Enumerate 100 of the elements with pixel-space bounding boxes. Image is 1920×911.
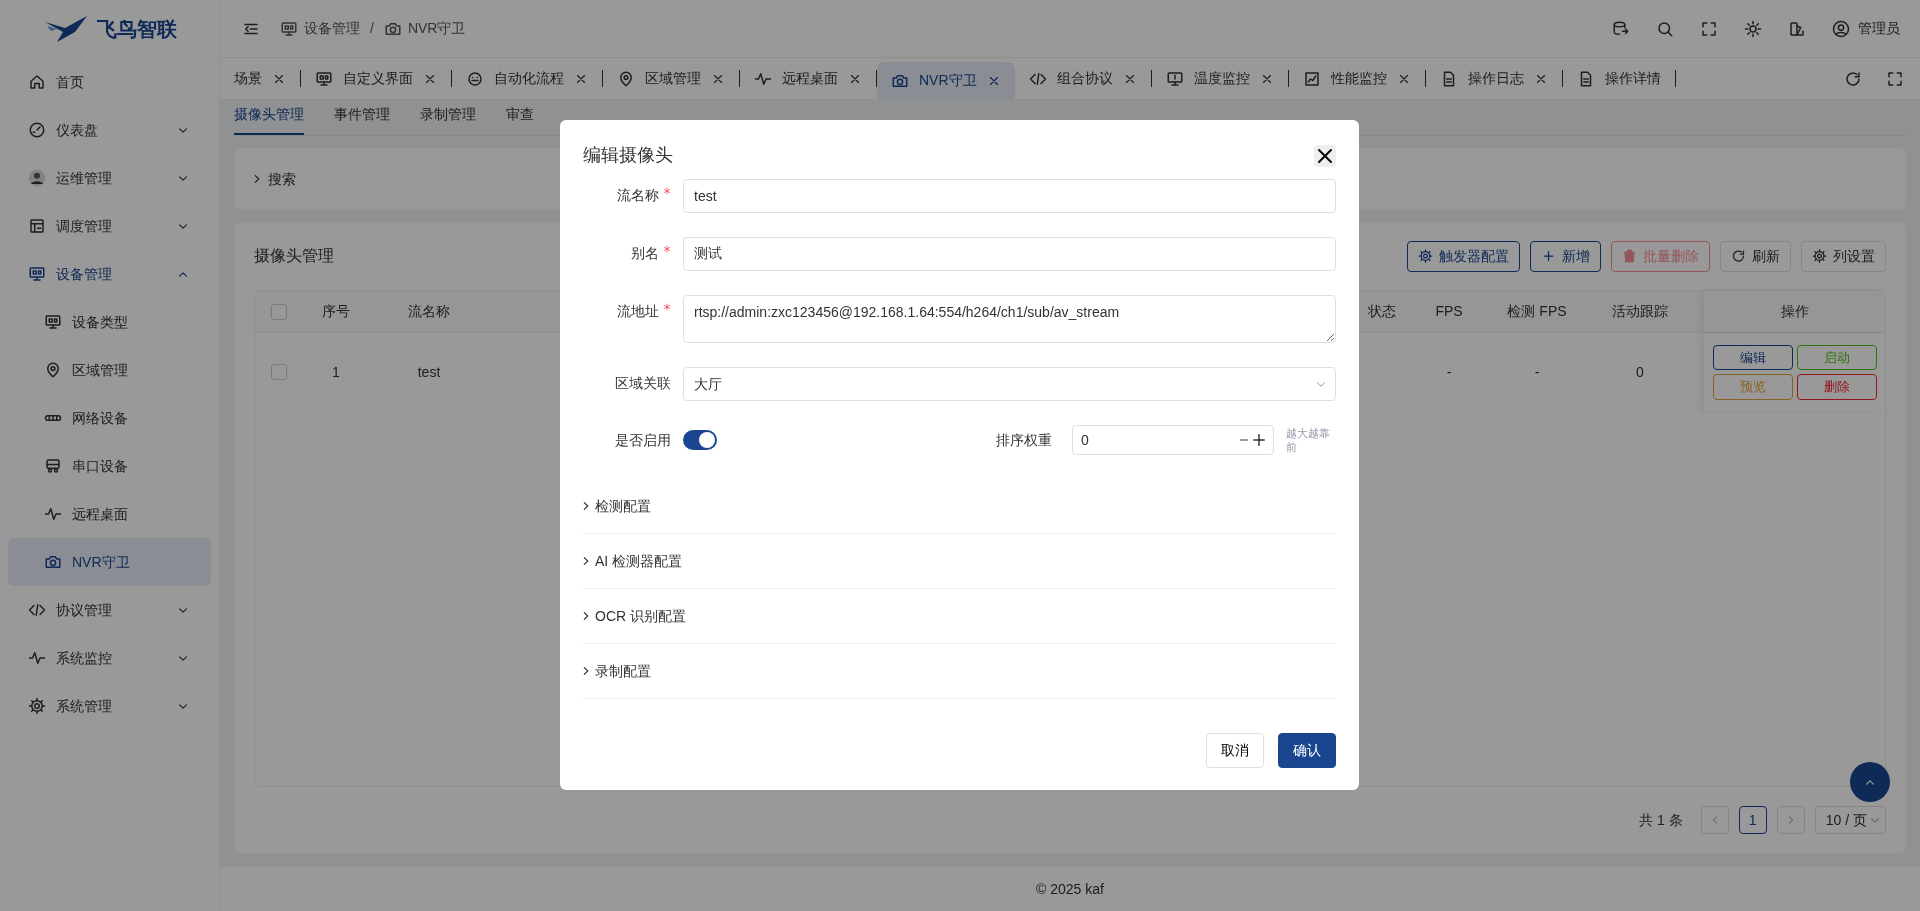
toolbar-button[interactable]: 刷新 [1720, 240, 1791, 272]
sidebar-item[interactable]: 首页 [8, 58, 211, 106]
field-label: 流地址 [617, 302, 659, 321]
tab[interactable]: NVR守卫 [877, 62, 1015, 99]
search-toggle[interactable]: 搜索 [268, 168, 296, 190]
toolbar-button[interactable]: 触发器配置 [1407, 240, 1520, 272]
sidebar-item[interactable]: 仪表盘 [8, 106, 211, 154]
breadcrumb-item[interactable]: 设备管理 [304, 18, 360, 39]
collapse-header[interactable]: OCR 识别配置 [583, 589, 1336, 644]
input-field[interactable]: test [683, 179, 1336, 213]
sidebar-item[interactable]: 运维管理 [8, 154, 211, 202]
search-icon[interactable] [1656, 19, 1674, 38]
sidebar-item[interactable]: 网络设备 [8, 394, 211, 442]
breadcrumb-item[interactable]: NVR守卫 [407, 18, 466, 39]
tab[interactable]: 性能监控 [1288, 70, 1426, 87]
page-tab[interactable]: 摄像头管理 [234, 104, 304, 135]
cancel-button[interactable]: 取消 [1206, 733, 1264, 768]
column-header: 序号 [322, 303, 350, 319]
collapse-header[interactable]: 检测配置 [583, 479, 1336, 534]
sidebar-item[interactable]: 区域管理 [8, 346, 211, 394]
collapse-header[interactable]: AI 检测器配置 [583, 534, 1336, 589]
pagination-total: 共 1 条 [1639, 810, 1683, 830]
palette-icon[interactable] [1788, 19, 1806, 38]
card-title: 摄像头管理 [254, 246, 334, 266]
sidebar-item[interactable]: 串口设备 [8, 442, 211, 490]
column-header: 操作 [1780, 302, 1809, 321]
refresh-icon [1731, 247, 1746, 265]
column-header: 检测 FPS [1507, 303, 1567, 319]
tab[interactable]: 区域管理 [603, 70, 740, 87]
tab[interactable]: 自定义界面 [301, 70, 452, 87]
input-field[interactable]: 测试 [683, 237, 1336, 271]
action-button[interactable]: 编辑 [1712, 344, 1793, 370]
settings-icon [1418, 247, 1433, 265]
sun-icon[interactable] [1744, 19, 1762, 38]
select-field[interactable]: 大厅 [683, 367, 1336, 401]
sidebar-item[interactable]: 协议管理 [8, 586, 211, 634]
monitor-icon [44, 313, 62, 331]
chevron-icon [179, 607, 187, 613]
sidebar-item[interactable]: 设备管理 [8, 250, 211, 298]
number-input[interactable]: 0 [1072, 425, 1274, 455]
database-icon[interactable] [1612, 19, 1630, 38]
chevron-icon [179, 271, 187, 277]
table-cell: - [1446, 363, 1452, 380]
chevron-icon[interactable] [254, 175, 260, 183]
action-button[interactable]: 删除 [1796, 374, 1877, 400]
sidebar-item[interactable]: 设备类型 [8, 298, 211, 346]
chevron-icon [179, 655, 187, 661]
fullscreen-icon[interactable] [1700, 19, 1718, 38]
sidebar-item[interactable]: 远程桌面 [8, 490, 211, 538]
tab[interactable]: 组合协议 [1014, 70, 1152, 87]
tab[interactable]: 温度监控 [1151, 70, 1289, 87]
user-name[interactable]: 管理员 [1858, 18, 1900, 39]
fullscreen-icon[interactable] [1886, 69, 1904, 88]
chevron-icon [1787, 816, 1794, 824]
chevron-up-icon[interactable] [1866, 779, 1874, 785]
sidebar-item[interactable]: 系统监控 [8, 634, 211, 682]
page-tab[interactable]: 审查 [506, 104, 534, 135]
page-size-select[interactable]: 10 / 页 [1814, 806, 1886, 834]
toolbar-button[interactable]: 新增 [1530, 240, 1601, 272]
tab[interactable]: 操作日志 [1425, 70, 1563, 87]
dialog-title: 编辑摄像头 [583, 144, 673, 167]
footer-text: © 2025 kaf [1036, 879, 1104, 899]
sidebar-item[interactable]: 系统管理 [8, 682, 211, 730]
page-tab[interactable]: 事件管理 [334, 104, 390, 135]
chevron-icon [583, 557, 589, 565]
sidebar-item[interactable]: NVR守卫 [8, 538, 211, 586]
page-button[interactable]: 1 [1738, 806, 1767, 834]
user-icon[interactable] [1832, 19, 1850, 38]
field-label: 别名 [631, 244, 659, 263]
tab[interactable]: 自动化流程 [452, 70, 603, 87]
confirm-button[interactable]: 确认 [1278, 733, 1336, 768]
hint-text: 越大越靠前 [1286, 425, 1331, 455]
table-cell: - [1534, 363, 1540, 380]
toolbar-button[interactable]: 列设置 [1801, 240, 1886, 272]
page-tab[interactable]: 录制管理 [420, 104, 476, 135]
camera-icon [44, 553, 62, 571]
bus-icon [44, 457, 62, 475]
logo-text: 飞鸟智联 [96, 17, 177, 42]
chevron-icon [1711, 816, 1718, 824]
plus-icon[interactable] [1253, 434, 1265, 446]
tab[interactable]: 操作详情 [1562, 70, 1676, 87]
settings-icon [1812, 247, 1827, 265]
collapse-header[interactable]: 录制配置 [583, 644, 1336, 699]
tab[interactable]: 场景 [220, 70, 301, 87]
minus-icon[interactable] [1239, 439, 1249, 441]
table-cell: 1 [332, 363, 340, 380]
sidebar-item[interactable]: 调度管理 [8, 202, 211, 250]
checkbox[interactable] [271, 303, 287, 320]
checkbox[interactable] [271, 364, 287, 380]
toggle-switch[interactable] [683, 430, 717, 450]
chevron-icon [583, 612, 589, 620]
pulse-icon [44, 505, 62, 523]
field-label: 排序权重 [996, 430, 1052, 450]
refresh-icon[interactable] [1844, 69, 1862, 88]
chevron-icon [583, 667, 589, 675]
avatar-icon [28, 169, 46, 187]
chart-icon [1302, 69, 1321, 88]
input-field[interactable]: rtsp://admin:zxc123456@192.168.1.64:554/h264/ch1/sub/av_stream [683, 295, 1336, 343]
chevron-icon [179, 127, 187, 133]
column-header: 流名称 [408, 303, 450, 319]
